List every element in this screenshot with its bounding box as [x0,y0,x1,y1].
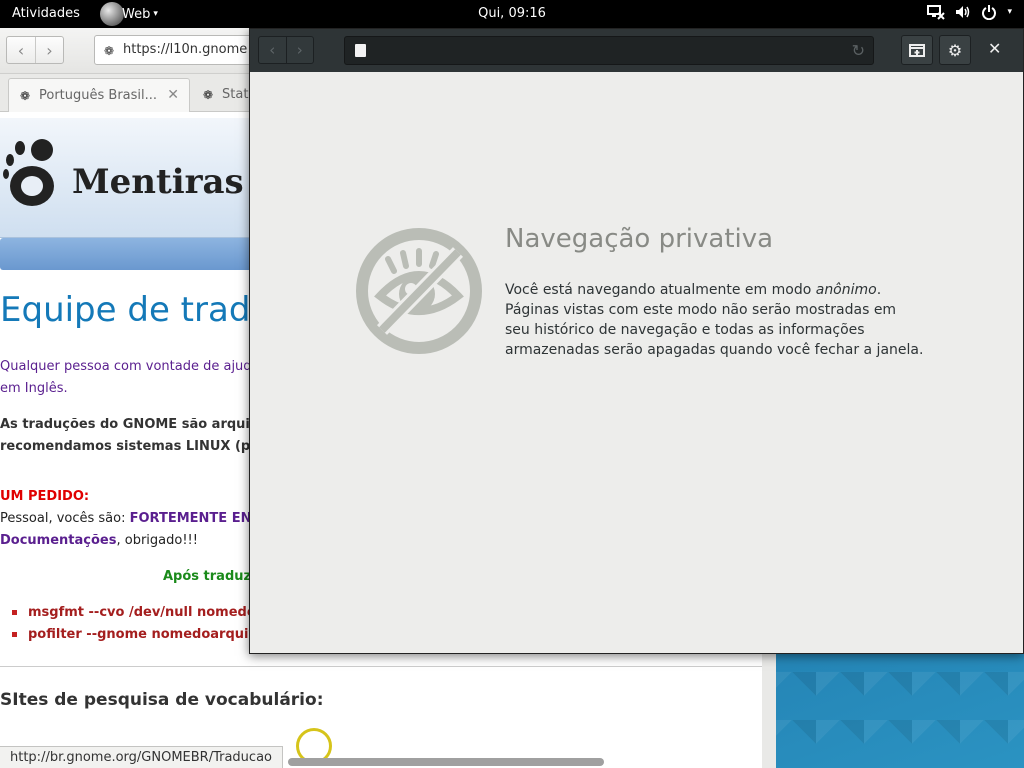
request-bold: FORTEMENTE ENC [129,511,262,526]
page-icon [355,44,366,57]
desc-text: Você está navegando atualmente em modo [505,282,816,298]
new-tab-button[interactable] [901,35,933,65]
back-button[interactable]: ‹ [7,37,35,63]
tab-label: Português Brasil... [39,88,158,103]
status-url: http://br.gnome.org/GNOMEBR/Traducao [0,746,283,768]
app-menu-label: Web [122,6,151,22]
power-icon [982,5,997,20]
request-text: Pessoal, vocês são: [0,511,130,526]
docs-suffix: , obrigado!!! [116,533,198,548]
system-status-area[interactable]: ▾ [927,4,1012,20]
site-title: Mentiras [72,162,244,202]
private-description: Você está navegando atualmente em modo a… [505,280,925,360]
gear-icon: ⚙ [947,40,963,60]
text-line: As traduções do GNOME são arquivos [0,417,276,432]
vocab-heading: SItes de pesquisa de vocabulário: [0,690,324,710]
intro-line[interactable]: em Inglês. [0,378,265,400]
gnome-foot-icon: ❁ [203,88,214,102]
network-wired-icon [927,5,946,20]
top-bar: Atividades Web ▾ Qui, 09:16 ▾ [0,0,1024,28]
web-app-icon [100,2,124,26]
intro-line[interactable]: Qualquer pessoa com vontade de ajudar [0,356,265,378]
list-item: msgfmt --cvo /dev/null nomedoarq [12,602,280,624]
clock[interactable]: Qui, 09:16 [478,6,546,21]
divider [0,666,762,667]
text-line: recomendamos sistemas LINUX (para [0,439,275,454]
activities-button[interactable]: Atividades [12,6,80,21]
private-browsing-page: Navegação privativa Você está navegando … [250,72,1023,653]
command-list: msgfmt --cvo /dev/null nomedoarq pofilte… [12,602,280,646]
gnome-foot-icon: ❁ [20,89,31,103]
close-icon[interactable]: ✕ [167,87,179,103]
chevron-down-icon: ▾ [1007,7,1012,17]
list-item: pofilter --gnome nomedoarquivo. [12,624,280,646]
translations-paragraph: As traduções do GNOME são arquivos recom… [0,414,275,458]
new-tab-icon [909,44,925,57]
docs-link[interactable]: Documentações [0,533,116,548]
tab-portugues-brasil[interactable]: ❁ Português Brasil... ✕ [8,78,190,112]
arrow-left-icon: ‹ [269,41,276,59]
header-bar: ‹ › ↻ ⚙ ✕ [250,29,1023,72]
forward-button[interactable]: › [285,37,314,63]
gnome-foot-icon: ❁ [104,44,115,58]
private-eye-icon [356,228,482,354]
settings-button[interactable]: ⚙ [939,35,971,65]
intro-paragraph: Qualquer pessoa com vontade de ajudar em… [0,356,265,400]
app-menu[interactable]: Web ▾ [100,0,158,28]
arrow-left-icon: ‹ [17,40,25,60]
request-title: UM PEDIDO: [0,489,90,504]
tab-label: Stati [222,87,253,102]
page-heading: Equipe de tradu [0,290,272,330]
address-bar[interactable]: ↻ [344,36,874,65]
arrow-right-icon: › [46,40,53,60]
address-text: https://l10n.gnome [123,42,248,57]
reload-icon[interactable]: ↻ [852,41,865,60]
after-translate-label: Após traduzir [163,569,262,584]
horizontal-scrollbar[interactable] [288,758,604,766]
forward-button[interactable]: › [35,37,63,63]
chevron-down-icon: ▾ [153,9,158,19]
arrow-right-icon: › [296,41,303,59]
close-window-button[interactable]: ✕ [988,39,1001,58]
private-browser-window: ‹ › ↻ ⚙ ✕ Navegação privativa Você está … [249,28,1024,654]
volume-icon [956,6,970,18]
desc-emphasis: anônimo [815,282,877,298]
private-title: Navegação privativa [505,224,774,254]
back-button[interactable]: ‹ [259,37,286,63]
gnome-foot-logo [3,139,54,206]
request-paragraph: Pessoal, vocês são: FORTEMENTE ENC Docum… [0,508,261,552]
